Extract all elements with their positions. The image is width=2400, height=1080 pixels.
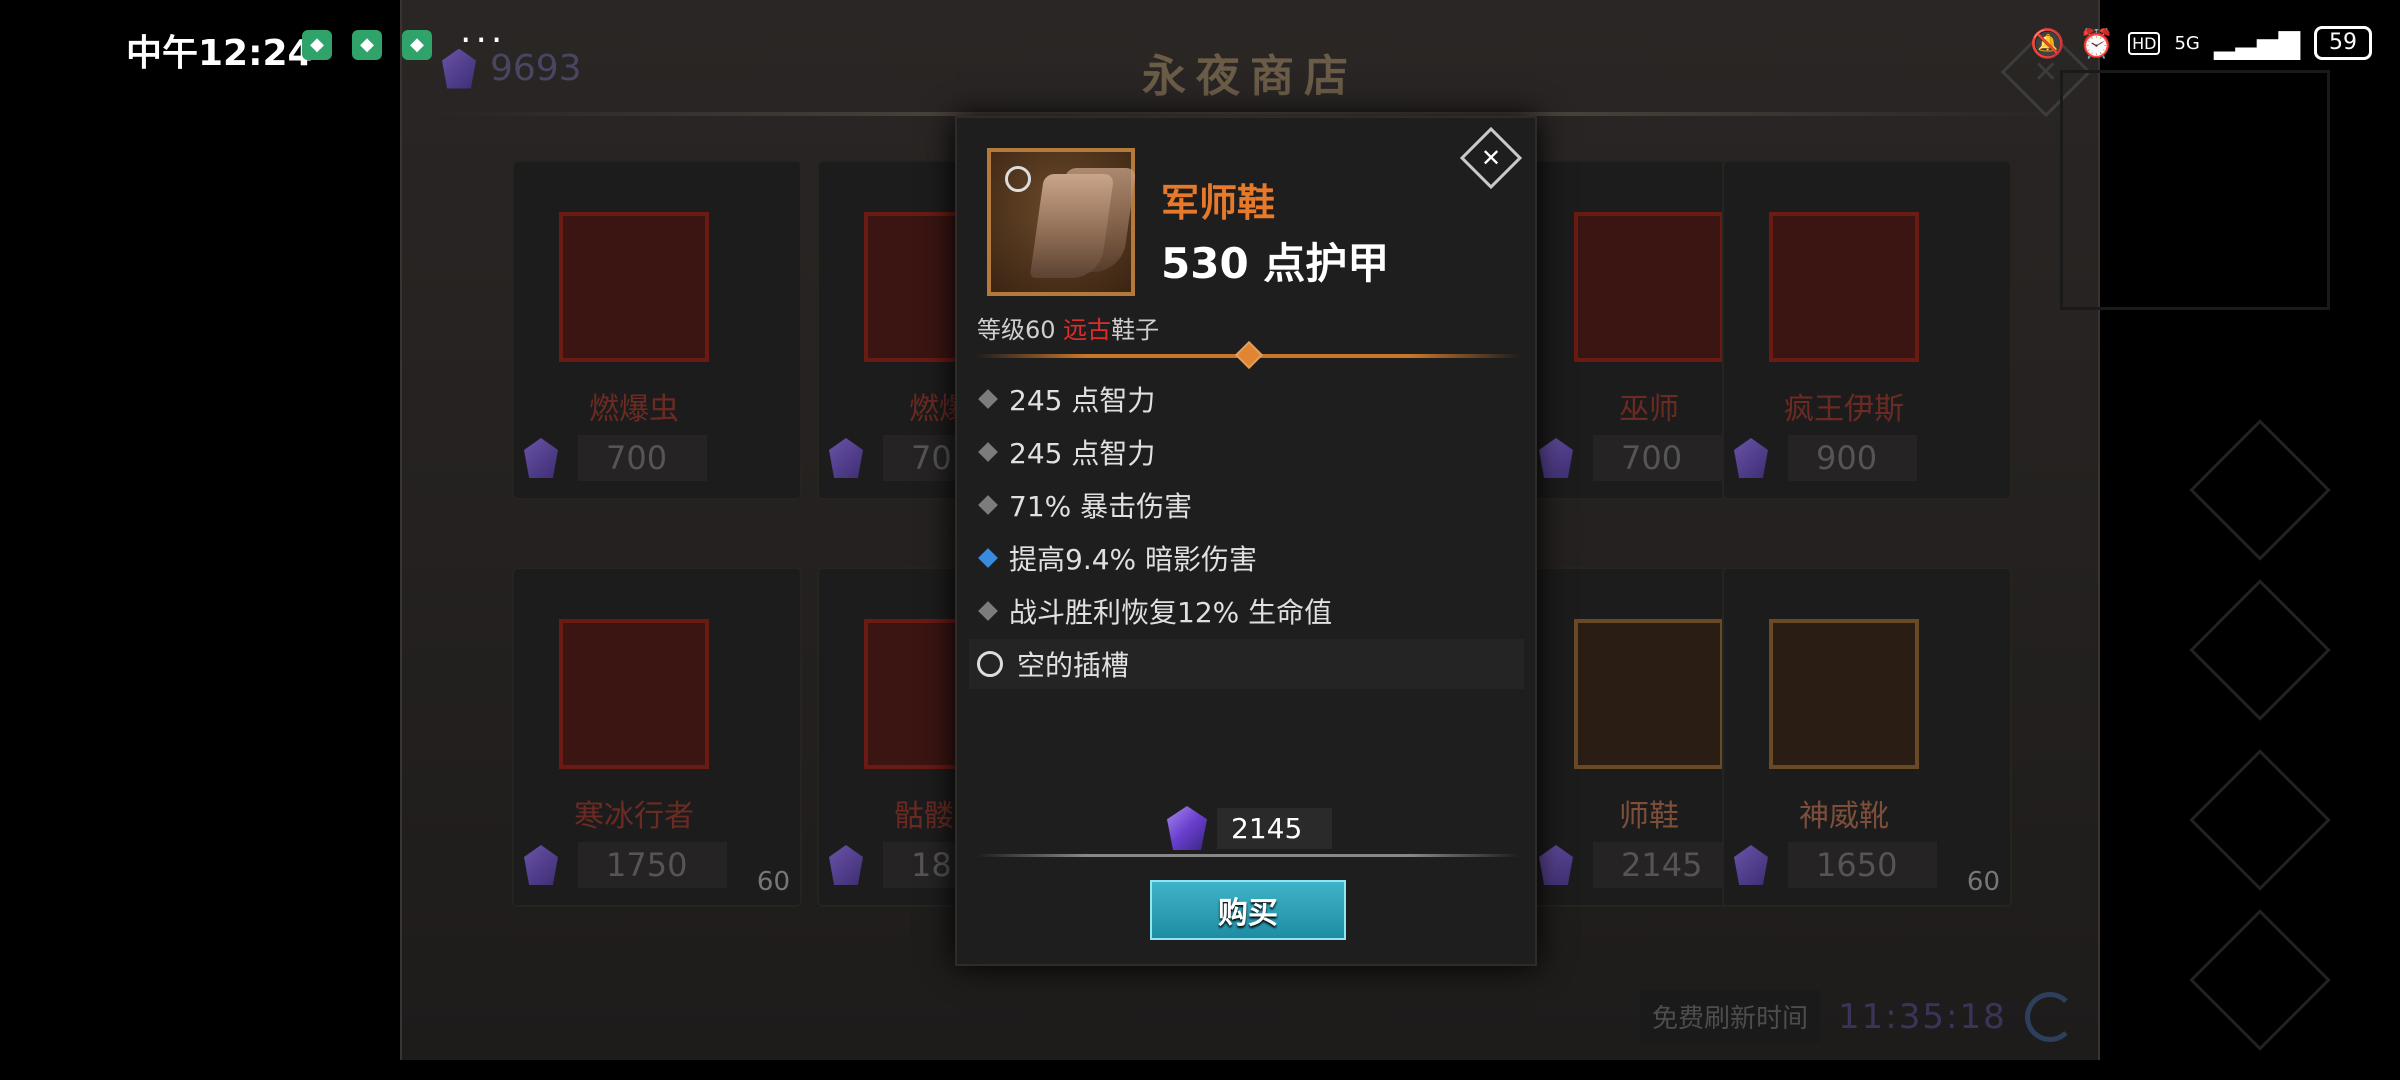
stat-text: 71% 暴击伤害	[1009, 490, 1193, 523]
item-thumbnail	[1574, 619, 1724, 769]
gem-icon	[524, 438, 558, 478]
mute-icon: 🔕	[2030, 26, 2066, 60]
bullet-icon	[978, 601, 998, 621]
item-type: 鞋子	[1111, 316, 1160, 344]
item-icon-frame	[987, 148, 1137, 296]
alarm-icon: ⏰	[2079, 26, 2115, 60]
stat-text: 战斗胜利恢复12% 生命值	[1009, 596, 1333, 629]
status-right: 🔕 ⏰ HD 5G ▂▃▅▇ 59	[2030, 26, 2372, 60]
card-level: 60	[756, 867, 790, 897]
card-price-value: 1650	[1788, 842, 1938, 888]
card-name: 疯王伊斯	[1784, 392, 1904, 427]
empty-slot-text: 空的插槽	[1017, 649, 1130, 682]
refresh-icon[interactable]	[2024, 991, 2075, 1042]
item-thumbnail	[1769, 212, 1919, 362]
signal-label: 5G	[2174, 32, 2200, 54]
hd-icon: HD	[2128, 31, 2161, 55]
item-thumbnail	[1574, 212, 1724, 362]
item-thumbnail	[1769, 619, 1919, 769]
stat-row: 战斗胜利恢复12% 生命值	[977, 586, 1517, 636]
stat-text: 245 点智力	[1009, 437, 1156, 470]
shop-card[interactable]: 60 寒冰行者 1750	[512, 567, 802, 907]
divider-diamond-icon	[1234, 340, 1264, 370]
stat-row: 245 点智力	[977, 374, 1517, 424]
bullet-icon	[978, 442, 998, 462]
status-clock: 中午12:24	[126, 33, 313, 74]
card-level: 60	[1966, 867, 2000, 897]
item-name: 军师鞋	[1161, 181, 1276, 225]
stat-row: 提高9.4% 暗影伤害	[977, 533, 1517, 583]
socket-icon	[977, 651, 1003, 677]
potion-side-button[interactable]	[2189, 749, 2331, 891]
refresh-time: 11:35:18	[1838, 996, 2007, 1037]
menu-side-button[interactable]	[2189, 909, 2331, 1051]
card-price: 1650	[1734, 841, 1954, 889]
stat-text: 245 点智力	[1009, 384, 1156, 417]
refresh-timer: 免费刷新时间 11:35:18	[1640, 990, 2075, 1043]
item-price: 2145	[1167, 806, 1333, 850]
status-bar: 中午12:24 ◆ ◆ ◆ ··· 🔕 ⏰ HD 5G ▂▃▅▇ 59	[0, 0, 2400, 90]
minimap[interactable]	[2060, 70, 2330, 310]
card-price-value: 700	[578, 435, 708, 481]
card-price-value: 700	[1593, 435, 1723, 481]
card-name: 燃爆虫	[589, 392, 679, 427]
gem-icon	[829, 845, 863, 885]
divider	[977, 340, 1519, 370]
more-notifications-icon: ···	[460, 20, 507, 61]
card-price: 700	[524, 434, 744, 482]
card-price: 1750	[524, 841, 744, 889]
close-icon: ✕	[1480, 144, 1502, 172]
item-armor: 530 点护甲	[1161, 239, 1390, 288]
shield-notification-icon: ◆	[352, 30, 382, 60]
gem-icon	[829, 438, 863, 478]
gem-icon	[1539, 438, 1573, 478]
item-meta: 等级60 远古鞋子	[977, 310, 1159, 345]
shield-notification-icon: ◆	[302, 30, 332, 60]
battery-icon: 59	[2314, 26, 2372, 60]
socket-icon	[1005, 166, 1031, 192]
bullet-icon	[978, 495, 998, 515]
card-price-value: 2145	[1593, 842, 1743, 888]
shop-card[interactable]: 60 神威靴 1650	[1722, 567, 2012, 907]
shield-notification-icon: ◆	[402, 30, 432, 60]
popup-close-button[interactable]: ✕	[1459, 126, 1523, 190]
stat-row: 245 点智力	[977, 427, 1517, 477]
buy-button[interactable]: 购买	[1150, 880, 1346, 940]
divider	[977, 854, 1519, 857]
item-level: 等级60	[977, 316, 1064, 344]
bullet-icon	[978, 548, 998, 568]
gem-icon	[1734, 845, 1768, 885]
item-price-value: 2145	[1217, 807, 1333, 849]
gem-icon	[1167, 806, 1207, 850]
item-detail-popup: 军师鞋 530 点护甲 ✕ 等级60 远古鞋子 245 点智力 245 点智力 …	[955, 116, 1537, 966]
hero-side-button[interactable]	[2189, 579, 2331, 721]
card-price: 900	[1734, 434, 1954, 482]
gem-icon	[524, 845, 558, 885]
card-name: 寒冰行者	[574, 799, 694, 834]
gem-icon	[1734, 438, 1768, 478]
signal-icon: ▂▃▅▇	[2213, 26, 2300, 60]
refresh-label: 免费刷新时间	[1640, 990, 1821, 1043]
quest-side-button[interactable]	[2189, 419, 2331, 561]
gem-icon	[1539, 845, 1573, 885]
item-thumbnail	[559, 619, 709, 769]
stat-row: 71% 暴击伤害	[977, 480, 1517, 530]
shop-card[interactable]: 疯王伊斯 900	[1722, 160, 2012, 500]
shop-card[interactable]: 燃爆虫 700	[512, 160, 802, 500]
item-rarity: 远古	[1063, 316, 1112, 344]
card-name: 神威靴	[1799, 799, 1889, 834]
stat-text: 提高9.4% 暗影伤害	[1009, 543, 1258, 576]
card-price-value: 1750	[578, 842, 728, 888]
card-price-value: 900	[1788, 435, 1918, 481]
bullet-icon	[978, 389, 998, 409]
item-thumbnail	[559, 212, 709, 362]
empty-socket-row: 空的插槽	[969, 639, 1524, 689]
